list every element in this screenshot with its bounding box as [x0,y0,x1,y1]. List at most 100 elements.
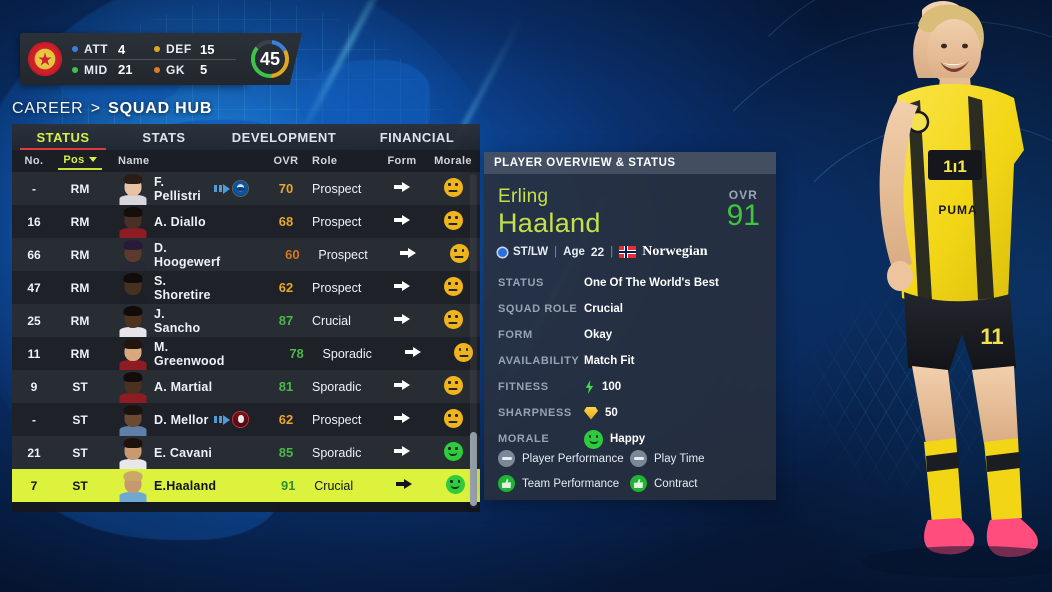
stat-att: ATT 4 [72,42,154,57]
gk-dot-icon [154,66,160,73]
stat-gk: GK 5 [154,62,236,77]
table-scrollbar-track[interactable] [470,174,477,508]
happiness-factor: Player Performance [498,450,630,467]
row-role: Prospect [312,280,362,295]
factor-neutral-icon [630,450,647,467]
row-ovr: 85 [266,445,306,460]
tab-bar: STATUS STATS DEVELOPMENT FINANCIAL [12,124,480,150]
morale-happy-face-icon [443,441,463,461]
name-wrap: S. Shoretire [118,271,214,304]
row-position: RM [70,181,90,196]
row-role: Prospect [312,214,362,229]
tab-financial[interactable]: FINANCIAL [354,124,480,150]
overview-attribute-row: STATUS One Of The World's Best [484,270,776,296]
row-number: 7 [30,478,38,493]
row-number: 47 [27,280,41,295]
row-role: Sporadic [322,346,372,361]
table-row[interactable]: 7 ST E.Haaland 91 Crucial [12,469,480,502]
table-row[interactable]: 11 RM M. Greenwood 78 Sporadic [12,337,480,370]
club-summary-bar: ATT 4 DEF 15 MID 21 GK 5 45 [20,33,302,85]
row-position: ST [72,478,88,493]
row-position: RM [70,313,90,328]
factor-good-icon [630,475,647,492]
table-row[interactable]: - RM F. Pellistri 70 Prospect [12,172,480,205]
diamond-icon [584,406,598,420]
name-wrap: M. Greenwood [118,337,225,370]
overview-attribute-label: FITNESS [498,381,549,393]
player-face-icon [118,205,148,238]
happiness-factor-label: Play Time [654,452,705,465]
column-header-form[interactable]: Form [378,155,426,167]
morale-happy-face-icon [445,474,465,494]
column-header-pos[interactable]: Pos [56,153,104,170]
happiness-factor: Team Performance [498,475,630,492]
table-row[interactable]: - ST D. Mellor 62 Prospect [12,403,480,436]
squad-rating-grid: ATT 4 DEF 15 MID 21 GK 5 [72,39,236,79]
player-face-icon [118,304,148,337]
player-last-name: Haaland [498,208,601,238]
player-ovr-box: OVR 91 [727,188,760,231]
overview-attribute-label: SHARPNESS [498,407,572,419]
table-scrollbar-thumb[interactable] [470,432,477,506]
tab-status[interactable]: STATUS [12,124,114,150]
row-ovr-value: 70 [278,181,294,196]
overview-attribute-label: FORM [498,329,533,341]
position-dot-icon [498,247,507,257]
breadcrumb-separator: > [90,100,101,117]
player-name: S. Shoretire [154,273,211,302]
table-row[interactable]: 21 ST E. Cavani 85 Sporadic [12,436,480,469]
row-role: Crucial [312,313,351,328]
row-status-icons [214,181,266,196]
player-name: M. Greenwood [154,339,225,368]
stat-mid: MID 21 [72,62,154,77]
row-role: Prospect [318,247,368,262]
tab-stats[interactable]: STATS [114,124,214,150]
loan-arrow-icon [214,414,230,425]
def-value: 15 [200,41,215,57]
att-value: 4 [118,41,126,57]
player-positions: ST/LW [513,246,549,258]
table-row[interactable]: 9 ST A. Martial 81 Sporadic [12,370,480,403]
form-right-arrow-icon [394,181,410,193]
table-row[interactable]: 16 RM A. Diallo 68 Prospect [12,205,480,238]
row-name-cell: A. Diallo [104,205,214,238]
row-ovr-value: 91 [281,478,296,493]
table-row[interactable]: 47 RM S. Shoretire 62 Prospect [12,271,480,304]
tab-development[interactable]: DEVELOPMENT [214,124,354,150]
mid-dot-icon [72,66,78,73]
form-right-arrow-icon [394,280,410,292]
morale-neutral-face-icon [443,177,463,197]
name-wrap: D. Mellor [118,403,214,436]
overview-attribute-text: Crucial [584,303,623,315]
column-header-role[interactable]: Role [306,155,378,167]
column-header-morale[interactable]: Morale [426,155,480,167]
row-number: 11 [27,346,41,361]
overview-attribute-row: SHARPNESS 50 [484,400,776,426]
overview-attribute-value: Crucial [584,303,623,315]
form-right-arrow-icon [400,247,417,259]
table-row[interactable]: 25 RM J. Sancho 87 Crucial [12,304,480,337]
row-name-cell: F. Pellistri [104,172,214,205]
row-name-cell: E. Cavani [104,436,214,469]
player-overview-panel: PLAYER OVERVIEW & STATUS Erling Haaland … [484,152,776,500]
row-ovr: 60 [272,247,312,262]
overview-attribute-value: 50 [584,406,618,420]
column-header-pos-label: Pos [63,153,85,166]
column-header-name[interactable]: Name [104,155,214,167]
column-header-ovr[interactable]: OVR [266,155,306,167]
def-label: DEF [166,42,192,56]
gk-value: 5 [200,62,208,77]
column-header-no[interactable]: No. [12,155,56,167]
breadcrumb-career[interactable]: CAREER [12,100,83,117]
player-first-name: Erling [498,186,549,207]
row-form [378,181,426,196]
player-name: E. Cavani [154,445,213,460]
player-face-icon [118,337,148,370]
loan-club-crest-icon [233,412,248,427]
player-nationality: Norwegian [642,244,708,259]
breadcrumb-squad-hub: SQUAD HUB [108,100,213,117]
overview-attribute-label: AVAILABILITY [498,355,580,367]
table-row[interactable]: 66 RM D. Hoogewerf 60 Prospect [12,238,480,271]
overview-attribute-value: One Of The World's Best [584,277,719,289]
row-name-cell: J. Sancho [104,304,214,337]
